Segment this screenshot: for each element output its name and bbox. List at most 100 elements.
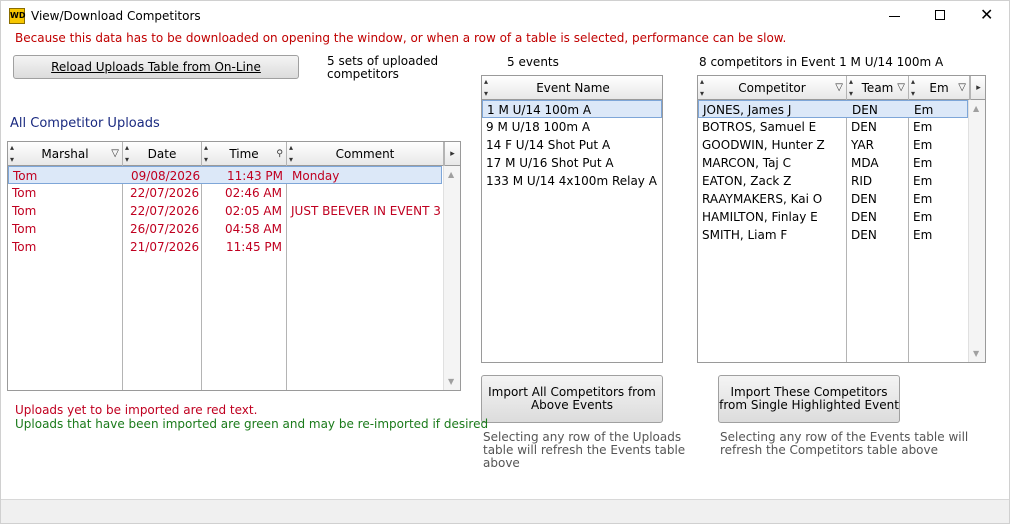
cell-time: 02:46 AM (225, 186, 282, 200)
maximize-button[interactable] (917, 1, 963, 31)
cell-comment (287, 220, 443, 238)
col-date-label: Date (147, 147, 177, 161)
app-icon: WD (9, 8, 25, 24)
col-em-label: Em (929, 81, 949, 95)
cell-marshal: Tom (12, 186, 37, 200)
col-comment[interactable]: ▴ ▾ Comment (287, 142, 444, 166)
cell-team: DEN (851, 120, 877, 134)
table-row[interactable]: Tom 26/07/2026 04:58 AM (8, 220, 444, 238)
cell-em: Em (914, 103, 934, 117)
col-event-name[interactable]: ▴ ▾ Event Name (482, 76, 662, 100)
uploads-count: 5 sets of uploaded competitors (327, 54, 439, 81)
cell-team: DEN (851, 210, 877, 224)
cell-comment: Monday (292, 169, 340, 183)
col-marshal[interactable]: ▴ ▾ Marshal ▽ (8, 142, 123, 166)
table-row[interactable]: EATON, Zack Z RID Em (698, 172, 970, 190)
cell-competitor: MARCON, Taj C (702, 156, 791, 170)
sort-icon: ▴ ▾ (700, 77, 705, 98)
scroll-right-icon[interactable]: ▸ (444, 142, 460, 166)
scroll-down-icon[interactable]: ▼ (448, 377, 454, 386)
col-date[interactable]: ▴ ▾ Date (123, 142, 202, 166)
table-row[interactable]: Tom 21/07/2026 11:45 PM (8, 238, 444, 256)
cell-competitor: BOTROS, Samuel E (702, 120, 817, 134)
filter-icon[interactable]: ▽ (897, 76, 905, 100)
col-team[interactable]: ▴ ▾ Team ▽ (847, 76, 909, 100)
uploads-scrollbar[interactable]: ▲ ▼ (443, 166, 460, 390)
sort-icon: ▴ ▾ (10, 143, 15, 164)
filter-icon[interactable]: ▽ (835, 76, 843, 100)
col-time[interactable]: ▴ ▾ Time ⚲ (202, 142, 287, 166)
cell-comment: JUST BEEVER IN EVENT 3 (291, 204, 441, 218)
list-item[interactable]: 14 F U/14 Shot Put A (482, 136, 662, 154)
competitors-scrollbar[interactable]: ▲ ▼ (968, 100, 985, 362)
minimize-icon (889, 16, 900, 17)
cell-date: 22/07/2026 (130, 186, 200, 200)
cell-team: DEN (851, 192, 877, 206)
cell-team: MDA (851, 156, 879, 170)
sort-icon: ▴ ▾ (125, 143, 130, 164)
competitors-table-header: ▴ ▾ Competitor ▽ ▴ ▾ Team ▽ ▴ ▾ Em ▽ ▸ (698, 76, 985, 100)
event-name: 17 M U/16 Shot Put A (486, 156, 614, 170)
close-icon: ✕ (980, 5, 994, 24)
table-row[interactable]: Tom 22/07/2026 02:05 AM JUST BEEVER IN E… (8, 202, 444, 220)
cell-date: 26/07/2026 (130, 222, 200, 236)
minimize-button[interactable] (871, 1, 917, 31)
reload-uploads-label: Reload Uploads Table from On-Line (51, 59, 261, 74)
event-name: 14 F U/14 Shot Put A (486, 138, 611, 152)
sort-icon: ▴ ▾ (911, 77, 916, 98)
scroll-up-icon[interactable]: ▲ (973, 104, 979, 113)
close-button[interactable]: ✕ (963, 1, 1009, 31)
event-name: 9 M U/18 100m A (486, 120, 591, 134)
import-all-label-line2: Above Events (530, 398, 614, 412)
cell-marshal: Tom (12, 240, 37, 254)
filter-icon[interactable]: ▽ (111, 142, 119, 166)
table-row[interactable]: MARCON, Taj C MDA Em (698, 154, 970, 172)
scroll-up-icon[interactable]: ▲ (448, 170, 454, 179)
table-row[interactable]: SMITH, Liam F DEN Em (698, 226, 970, 244)
filter-icon[interactable]: ▽ (958, 76, 966, 100)
cell-em: Em (913, 192, 933, 206)
cell-competitor: JONES, James J (703, 103, 792, 117)
reload-uploads-button[interactable]: Reload Uploads Table from On-Line (13, 55, 299, 79)
sort-icon: ▴ ▾ (204, 143, 209, 164)
table-row[interactable]: RAAYMAKERS, Kai O DEN Em (698, 190, 970, 208)
table-row[interactable]: BOTROS, Samuel E DEN Em (698, 118, 970, 136)
uploads-title: All Competitor Uploads (10, 116, 160, 131)
table-row[interactable]: HAMILTON, Finlay E DEN Em (698, 208, 970, 226)
table-row[interactable]: JONES, James J DEN Em (698, 100, 968, 118)
events-count: 5 events (507, 55, 559, 69)
performance-warning: Because this data has to be downloaded o… (15, 31, 787, 45)
col-event-name-label: Event Name (536, 81, 610, 95)
competitors-table[interactable]: ▴ ▾ Competitor ▽ ▴ ▾ Team ▽ ▴ ▾ Em ▽ ▸ JONE… (697, 75, 986, 363)
maximize-icon (935, 10, 945, 20)
search-icon[interactable]: ⚲ (276, 142, 283, 166)
cell-date: 09/08/2026 (131, 169, 201, 183)
cell-em: Em (913, 120, 933, 134)
table-row[interactable]: GOODWIN, Hunter Z YAR Em (698, 136, 970, 154)
legend-pending: Uploads yet to be imported are red text. (15, 403, 258, 417)
scroll-down-icon[interactable]: ▼ (973, 349, 979, 358)
uploads-table-header: ▴ ▾ Marshal ▽ ▴ ▾ Date ▴ ▾ Time ⚲ ▴ ▾ Commen… (8, 142, 460, 166)
table-row[interactable]: Tom 09/08/2026 11:43 PM Monday (8, 166, 442, 184)
list-item[interactable]: 1 M U/14 100m A (482, 100, 662, 118)
list-item[interactable]: 17 M U/16 Shot Put A (482, 154, 662, 172)
title-bar[interactable]: WD View/Download Competitors ✕ (1, 1, 1009, 31)
col-em[interactable]: ▴ ▾ Em ▽ (909, 76, 970, 100)
cell-em: Em (913, 210, 933, 224)
cell-competitor: GOODWIN, Hunter Z (702, 138, 825, 152)
uploads-table[interactable]: ▴ ▾ Marshal ▽ ▴ ▾ Date ▴ ▾ Time ⚲ ▴ ▾ Commen… (7, 141, 461, 391)
cell-competitor: EATON, Zack Z (702, 174, 792, 188)
cell-em: Em (913, 228, 933, 242)
cell-team: YAR (851, 138, 874, 152)
col-marshal-label: Marshal (41, 147, 89, 161)
table-row[interactable]: Tom 22/07/2026 02:46 AM (8, 184, 444, 202)
cell-time: 02:05 AM (225, 204, 282, 218)
list-item[interactable]: 9 M U/18 100m A (482, 118, 662, 136)
col-competitor[interactable]: ▴ ▾ Competitor ▽ (698, 76, 847, 100)
scroll-right-icon[interactable]: ▸ (970, 76, 985, 100)
import-all-button[interactable]: Import All Competitors from Above Events (481, 375, 663, 423)
list-item[interactable]: 133 M U/14 4x100m Relay A (482, 172, 662, 190)
col-team-label: Team (861, 81, 894, 95)
events-table[interactable]: ▴ ▾ Event Name 1 M U/14 100m A 9 M U/18 1… (481, 75, 663, 363)
import-these-button[interactable]: Import These Competitors from Single Hig… (718, 375, 900, 423)
